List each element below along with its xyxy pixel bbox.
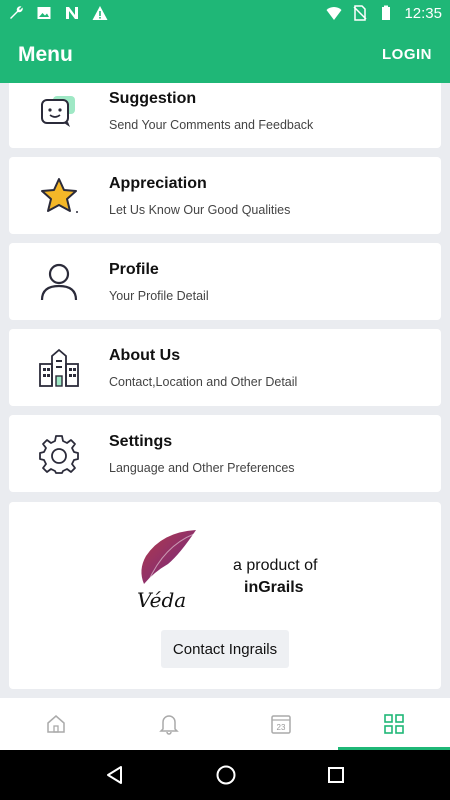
product-info-card: Véda a product of inGrails Contact Ingra… [9, 502, 441, 689]
menu-item-subtitle: Your Profile Detail [109, 288, 209, 303]
page-title: Menu [18, 42, 73, 66]
n-icon [66, 7, 78, 19]
menu-item-subtitle: Contact,Location and Other Detail [109, 374, 298, 389]
tab-notifications[interactable] [113, 698, 226, 750]
menu-item-suggestion[interactable]: Suggestion Send Your Comments and Feedba… [9, 83, 441, 148]
login-button[interactable]: LOGIN [382, 46, 432, 63]
tab-home[interactable] [0, 698, 113, 750]
bottom-navigation: 23 [0, 698, 450, 750]
recents-square-icon[interactable] [327, 766, 345, 784]
svg-text:23: 23 [277, 723, 286, 732]
status-bar: 12:35 [0, 0, 450, 26]
menu-item-title: Appreciation [109, 174, 207, 192]
wifi-icon [326, 7, 342, 20]
no-sim-icon [353, 5, 367, 21]
tab-menu[interactable] [337, 698, 450, 750]
menu-item-title: Settings [109, 432, 173, 450]
system-navigation-bar [0, 750, 450, 800]
calendar-icon: 23 [271, 715, 291, 734]
menu-item-profile[interactable]: Profile Your Profile Detail [9, 243, 441, 320]
menu-item-title: Profile [109, 260, 159, 278]
gear-icon [9, 434, 109, 474]
user-icon [9, 262, 109, 302]
app-bar: Menu LOGIN [0, 26, 450, 83]
home-icon [47, 715, 65, 733]
menu-item-title: About Us [109, 346, 181, 364]
product-tagline: a product of [233, 557, 318, 574]
image-icon [37, 7, 51, 19]
chat-bubble-icon [9, 94, 109, 128]
warning-icon [92, 6, 108, 20]
brand-name: inGrails [244, 579, 304, 596]
home-circle-icon[interactable] [215, 764, 237, 786]
menu-item-subtitle: Let Us Know Our Good Qualities [109, 202, 291, 217]
tab-calendar[interactable]: 23 [225, 698, 338, 750]
contact-ingrails-button[interactable]: Contact Ingrails [161, 630, 289, 668]
battery-icon [382, 5, 391, 20]
menu-item-about-us[interactable]: About Us Contact,Location and Other Deta… [9, 329, 441, 406]
status-time: 12:35 [404, 4, 442, 22]
star-icon [9, 177, 109, 215]
grid-icon [383, 714, 404, 734]
menu-item-subtitle: Language and Other Preferences [109, 460, 295, 475]
building-icon [9, 348, 109, 388]
menu-item-title: Suggestion [109, 89, 197, 107]
menu-item-appreciation[interactable]: Appreciation Let Us Know Our Good Qualit… [9, 157, 441, 234]
veda-logo-text: Véda [137, 588, 187, 612]
wrench-icon [10, 6, 23, 19]
bell-icon [158, 715, 179, 735]
menu-item-subtitle: Send Your Comments and Feedback [109, 117, 314, 132]
back-icon[interactable] [105, 765, 125, 785]
menu-list[interactable]: Suggestion Send Your Comments and Feedba… [0, 83, 450, 698]
menu-item-settings[interactable]: Settings Language and Other Preferences [9, 415, 441, 492]
